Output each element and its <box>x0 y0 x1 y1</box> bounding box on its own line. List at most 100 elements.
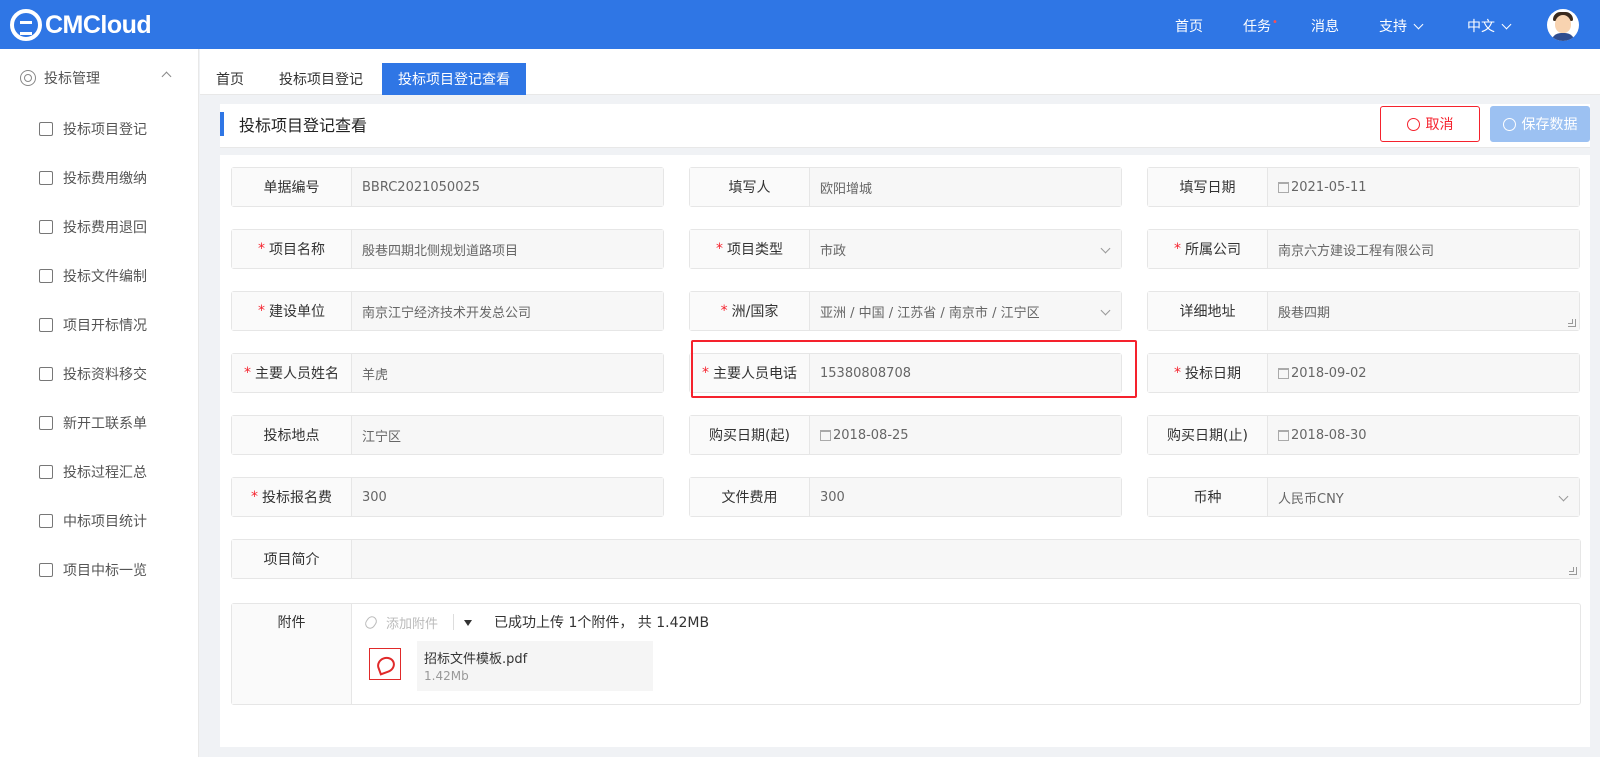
check-circle-icon <box>1502 117 1516 131</box>
building-icon <box>39 416 53 430</box>
field-label: 附件 <box>232 604 352 704</box>
edit-doc-icon <box>39 465 53 479</box>
project-type-field: * 项目类型 市政 <box>689 229 1122 269</box>
field-label: 项目简介 <box>232 540 352 578</box>
region-value: 亚洲 / 中国 / 江苏省 / 南京市 / 江宁区 <box>820 305 1040 321</box>
field-label: * 洲/国家 <box>690 292 810 330</box>
calendar-icon <box>1278 429 1289 441</box>
file-name: 招标文件模板.pdf <box>424 652 528 667</box>
attachment-file-card[interactable]: 招标文件模板.pdf 1.42Mb <box>417 641 653 691</box>
sidebar-item-label: 新开工联系单 <box>63 416 147 432</box>
required-mark: * <box>1174 241 1181 257</box>
sidebar-group-bid-management[interactable]: 投标管理 <box>20 68 180 88</box>
tab-bid-registration[interactable]: 投标项目登记 <box>263 63 379 95</box>
field-label: 购买日期(止) <box>1148 416 1268 454</box>
bid-date-value: 2018-09-02 <box>1291 365 1367 381</box>
sidebar-item-won-list[interactable]: 项目中标一览 <box>39 560 147 580</box>
company-input[interactable]: 南京六方建设工程有限公司 <box>1268 230 1579 268</box>
fill-date-input[interactable]: 2021-05-11 <box>1268 168 1579 206</box>
bid-date-input[interactable]: 2018-09-02 <box>1268 354 1579 392</box>
resize-handle-icon[interactable] <box>1569 567 1577 575</box>
avatar[interactable] <box>1547 9 1579 41</box>
doc-list-icon <box>39 563 53 577</box>
sidebar-item-bid-transfer[interactable]: 投标资料移交 <box>39 364 147 384</box>
share-icon <box>39 367 53 381</box>
intro-textarea[interactable] <box>352 540 1580 578</box>
sidebar-item-bid-registration[interactable]: 投标项目登记 <box>39 119 147 139</box>
sidebar-item-label: 投标费用缴纳 <box>63 171 147 187</box>
notification-dot: • <box>1272 17 1278 28</box>
sidebar-item-label: 中标项目统计 <box>63 514 147 530</box>
required-mark: * <box>720 303 728 319</box>
app-logo[interactable]: CMCloud <box>10 8 152 42</box>
field-label: * 主要人员电话 <box>690 354 810 392</box>
required-mark: * <box>244 365 251 381</box>
coins-icon <box>39 220 53 234</box>
resize-handle-icon[interactable] <box>1568 319 1576 327</box>
bid-place-input[interactable]: 江宁区 <box>352 416 663 454</box>
attachment-area: 添加附件 已成功上传 1个附件， 共 1.42MB 招标文件模板.pdf 1.4… <box>352 604 1580 704</box>
contact-phone-input[interactable]: 15380808708 <box>810 354 1121 392</box>
project-name-field: * 项目名称 殷巷四期北侧规划道路项目 <box>231 229 664 269</box>
sidebar-item-new-work-contact[interactable]: 新开工联系单 <box>39 413 147 433</box>
top-bar: CMCloud 首页 任务• 消息 支持 中文 <box>0 0 1600 49</box>
region-cascader[interactable]: 亚洲 / 中国 / 江苏省 / 南京市 / 江宁区 <box>810 292 1121 330</box>
filler-input[interactable]: 欧阳增城 <box>810 168 1121 206</box>
required-mark: * <box>258 303 265 319</box>
sidebar-item-won-stats[interactable]: 中标项目统计 <box>39 511 147 531</box>
field-label: * 建设单位 <box>232 292 352 330</box>
reg-fee-input[interactable]: 300 <box>352 478 663 516</box>
nav-support[interactable]: 支持 <box>1379 16 1424 36</box>
save-button[interactable]: 保存数据 <box>1490 106 1590 142</box>
globe-icon <box>39 318 53 332</box>
save-button-label: 保存数据 <box>1521 117 1578 133</box>
sidebar-item-label: 投标项目登记 <box>63 122 147 138</box>
tab-home[interactable]: 首页 <box>200 63 260 95</box>
chevron-down-icon <box>1558 491 1569 502</box>
logo-text: CMCloud <box>45 10 152 39</box>
sidebar-item-bid-summary[interactable]: 投标过程汇总 <box>39 462 147 482</box>
nav-home[interactable]: 首页 <box>1175 16 1203 36</box>
cancel-button[interactable]: 取消 <box>1380 106 1480 142</box>
buy-end-input[interactable]: 2018-08-30 <box>1268 416 1579 454</box>
sidebar-item-bid-opening[interactable]: 项目开标情况 <box>39 315 147 335</box>
currency-select[interactable]: 人民币CNY <box>1268 478 1579 516</box>
caret-down-icon[interactable] <box>464 620 472 626</box>
pdf-icon <box>369 648 401 680</box>
contact-name-field: * 主要人员姓名 羊虎 <box>231 353 664 393</box>
sidebar-item-bid-fee-payment[interactable]: 投标费用缴纳 <box>39 168 147 188</box>
project-name-input[interactable]: 殷巷四期北侧规划道路项目 <box>352 230 663 268</box>
doc-no-input[interactable]: BBRC2021050025 <box>352 168 663 206</box>
nav-language-label: 中文 <box>1467 19 1495 35</box>
builder-input[interactable]: 南京江宁经济技术开发总公司 <box>352 292 663 330</box>
doc-fee-input[interactable]: 300 <box>810 478 1121 516</box>
paperclip-icon <box>363 614 379 631</box>
add-attachment-button[interactable]: 添加附件 <box>363 613 438 632</box>
close-circle-icon <box>1406 117 1420 131</box>
sidebar-item-bid-fee-refund[interactable]: 投标费用退回 <box>39 217 147 237</box>
nav-messages[interactable]: 消息 <box>1311 16 1339 36</box>
field-label: 文件费用 <box>690 478 810 516</box>
contact-name-input[interactable]: 羊虎 <box>352 354 663 392</box>
doc-no-field: 单据编号 BBRC2021050025 <box>231 167 664 207</box>
tab-bid-registration-view[interactable]: 投标项目登记查看 <box>382 63 526 95</box>
nav-language[interactable]: 中文 <box>1467 16 1512 36</box>
required-mark: * <box>258 241 265 257</box>
sidebar-item-bid-doc-prep[interactable]: 投标文件编制 <box>39 266 147 286</box>
file-size: 1.42Mb <box>424 669 469 683</box>
contact-phone-field: * 主要人员电话 15380808708 <box>689 353 1122 393</box>
project-type-select[interactable]: 市政 <box>810 230 1121 268</box>
chevron-down-icon <box>1501 19 1512 30</box>
field-label: * 项目类型 <box>690 230 810 268</box>
nav-support-label: 支持 <box>1379 19 1407 35</box>
field-label: 填写日期 <box>1148 168 1268 206</box>
nav-tasks[interactable]: 任务• <box>1243 16 1278 36</box>
chevron-down-icon <box>1413 19 1424 30</box>
buy-start-input[interactable]: 2018-08-25 <box>810 416 1121 454</box>
chevron-down-icon <box>1100 305 1111 316</box>
cancel-button-label: 取消 <box>1425 117 1454 133</box>
sidebar-item-label: 投标费用退回 <box>63 220 147 236</box>
address-textarea[interactable]: 殷巷四期 <box>1268 292 1579 330</box>
required-mark: * <box>702 365 709 381</box>
field-label: 投标地点 <box>232 416 352 454</box>
